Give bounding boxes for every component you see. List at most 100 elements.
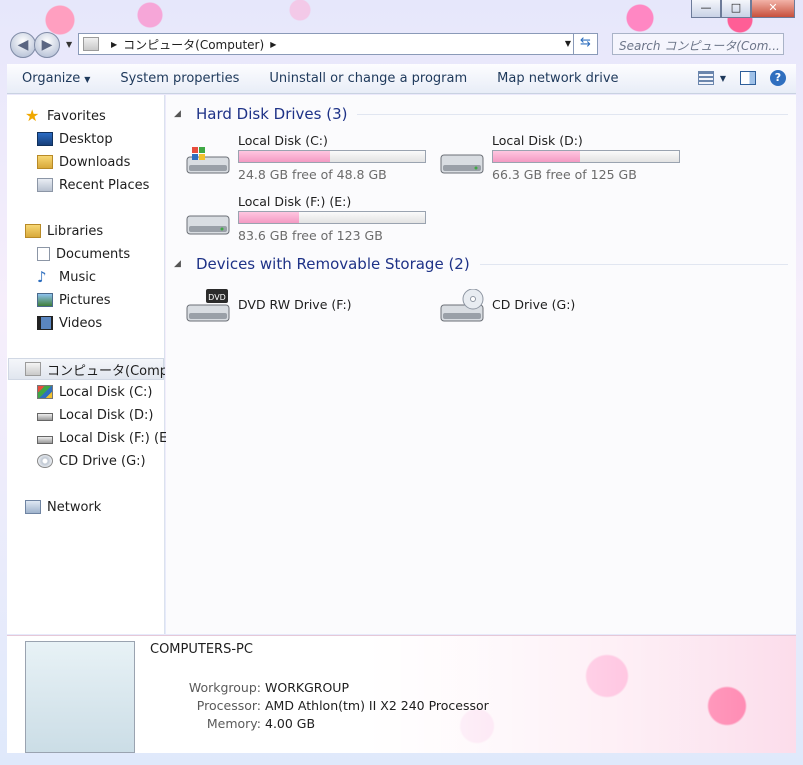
caret-down-icon: ▼ <box>84 75 91 84</box>
map-network-drive-button[interactable]: Map network drive <box>482 71 633 86</box>
breadcrumb-chevron-icon[interactable]: ▶ <box>270 40 276 49</box>
toolbar-right-icons: ▼ ? <box>697 70 786 86</box>
sidebar-item-pictures[interactable]: Pictures <box>37 290 110 310</box>
cd-drive-icon <box>440 289 484 322</box>
explorer-window: — □ ✕ ◀ ▶ ▼ ▶ コンピュータ(Computer) ▶ ▼ ⇆ Sea… <box>0 0 803 765</box>
close-button[interactable]: ✕ <box>751 0 795 18</box>
refresh-icon[interactable]: ⇆ <box>573 33 597 55</box>
drive-name: CD Drive (G:) <box>492 297 576 312</box>
sidebar-item-desktop[interactable]: Desktop <box>37 129 113 149</box>
organize-label: Organize <box>22 71 81 86</box>
hard-drive-icon <box>37 436 53 444</box>
back-arrow-icon: ◀ <box>17 37 29 53</box>
sidebar-item-label: Downloads <box>59 154 131 170</box>
help-icon[interactable]: ? <box>770 70 786 86</box>
drive-usage-fill <box>239 151 331 162</box>
pictures-icon <box>37 293 53 307</box>
preview-pane-icon[interactable] <box>740 71 756 85</box>
hard-drive-icon <box>440 154 484 174</box>
uninstall-program-button[interactable]: Uninstall or change a program <box>254 71 482 86</box>
computer-icon <box>83 37 99 51</box>
sidebar-item-local-disk-c[interactable]: Local Disk (C:) <box>37 382 152 402</box>
address-bar[interactable]: ▶ コンピュータ(Computer) ▶ ▼ ⇆ <box>78 33 598 55</box>
sidebar-item-local-disk-f[interactable]: Local Disk (F:) (E:) <box>37 428 177 448</box>
windows-drive-icon <box>37 385 53 399</box>
sidebar-item-documents[interactable]: Documents <box>37 244 130 264</box>
sidebar-item-recent-places[interactable]: Recent Places <box>37 175 149 195</box>
drive-usage-bar <box>492 150 680 163</box>
drive-free-space: 66.3 GB free of 125 GB <box>492 167 637 182</box>
back-button[interactable]: ◀ <box>10 32 36 58</box>
drive-usage-bar <box>238 150 426 163</box>
minimize-button[interactable]: — <box>691 0 721 18</box>
sidebar-item-videos[interactable]: Videos <box>37 313 102 333</box>
drive-tile-local-disk-c[interactable]: Local Disk (C:) 24.8 GB free of 48.8 GB <box>186 133 436 189</box>
sidebar-item-label: Documents <box>56 246 131 262</box>
dvd-drive-icon: DVD <box>186 289 230 322</box>
cd-drive-icon <box>37 454 53 468</box>
drive-usage-fill <box>493 151 581 162</box>
sidebar-item-downloads[interactable]: Downloads <box>37 152 130 172</box>
group-title-text: Devices with Removable Storage (2) <box>196 255 470 273</box>
change-view-icon[interactable] <box>697 71 714 85</box>
drive-name: Local Disk (F:) (E:) <box>238 194 352 209</box>
content-pane: ◢ Hard Disk Drives (3) Local Disk (C:) 2… <box>166 95 796 634</box>
sidebar-item-label: Network <box>47 499 102 515</box>
sidebar-item-label: Local Disk (D:) <box>59 407 154 423</box>
sidebar-item-favorites[interactable]: ★ Favorites <box>25 106 106 126</box>
drive-tile-local-disk-d[interactable]: Local Disk (D:) 66.3 GB free of 125 GB <box>440 133 690 189</box>
breadcrumb-chevron-icon[interactable]: ▶ <box>111 40 117 49</box>
details-pane: COMPUTERS-PC Workgroup: WORKGROUP Proces… <box>7 635 796 753</box>
sidebar-item-label: CD Drive (G:) <box>59 453 146 469</box>
sidebar-item-network[interactable]: Network <box>25 497 101 517</box>
removable-storage-group-header[interactable]: ◢ Devices with Removable Storage (2) <box>174 255 788 273</box>
group-divider <box>479 263 788 265</box>
network-icon <box>25 500 41 514</box>
maximize-button[interactable]: □ <box>721 0 751 18</box>
drive-tile-local-disk-f[interactable]: Local Disk (F:) (E:) 83.6 GB free of 123… <box>186 194 436 250</box>
sidebar-item-libraries[interactable]: Libraries <box>25 221 103 241</box>
dvd-badge-text: DVD <box>208 293 226 302</box>
drive-usage-bar <box>238 211 426 224</box>
organize-button[interactable]: Organize ▼ <box>7 71 105 86</box>
navigation-bar: ◀ ▶ ▼ ▶ コンピュータ(Computer) ▶ ▼ ⇆ Search コン… <box>8 32 798 58</box>
system-properties-button[interactable]: System properties <box>105 71 254 86</box>
forward-button[interactable]: ▶ <box>34 32 60 58</box>
workgroup-label: Workgroup: <box>188 680 261 695</box>
processor-label: Processor: <box>196 698 261 713</box>
computer-icon <box>25 362 41 376</box>
drive-free-space: 24.8 GB free of 48.8 GB <box>238 167 387 182</box>
sidebar-item-cd-drive-g[interactable]: CD Drive (G:) <box>37 451 146 471</box>
sidebar-item-label: Favorites <box>47 108 106 124</box>
sidebar-item-local-disk-d[interactable]: Local Disk (D:) <box>37 405 153 425</box>
sidebar-item-label: Desktop <box>59 131 113 147</box>
address-dropdown-icon[interactable]: ▼ <box>565 39 571 48</box>
sidebar-item-label: Videos <box>59 315 103 331</box>
drive-name: Local Disk (D:) <box>492 133 583 148</box>
sidebar-item-computer[interactable]: コンピュータ(Computer) <box>25 359 165 379</box>
sidebar-item-label: コンピュータ(Computer) <box>47 363 165 379</box>
hard-disk-drives-group-header[interactable]: ◢ Hard Disk Drives (3) <box>174 105 788 123</box>
search-input[interactable]: Search コンピュータ(Com... <box>612 33 784 55</box>
drive-tile-dvd-rw-f[interactable]: DVD DVD RW Drive (F:) <box>186 281 436 337</box>
computer-name: COMPUTERS-PC <box>150 642 253 657</box>
windows-hard-drive-icon <box>186 147 230 174</box>
memory-value: 4.00 GB <box>265 716 316 731</box>
desktop-icon <box>37 132 53 146</box>
command-bar: Organize ▼ System properties Uninstall or… <box>7 64 796 94</box>
drive-tile-cd-drive-g[interactable]: CD Drive (G:) <box>440 281 690 337</box>
libraries-icon <box>25 224 41 238</box>
memory-label: Memory: <box>206 716 261 731</box>
recent-places-icon <box>37 178 53 192</box>
sidebar-item-music[interactable]: ♪ Music <box>37 267 96 287</box>
recent-pages-dropdown-icon[interactable]: ▼ <box>66 40 72 49</box>
downloads-folder-icon <box>37 155 53 169</box>
breadcrumb-computer[interactable]: コンピュータ(Computer) <box>123 36 264 53</box>
group-divider <box>357 113 788 115</box>
drive-usage-fill <box>239 212 299 223</box>
computer-avatar-image <box>25 641 135 753</box>
view-dropdown-icon[interactable]: ▼ <box>720 74 726 83</box>
videos-filmstrip-icon <box>37 316 53 330</box>
group-title-text: Hard Disk Drives (3) <box>196 105 348 123</box>
workgroup-value: WORKGROUP <box>265 680 349 695</box>
